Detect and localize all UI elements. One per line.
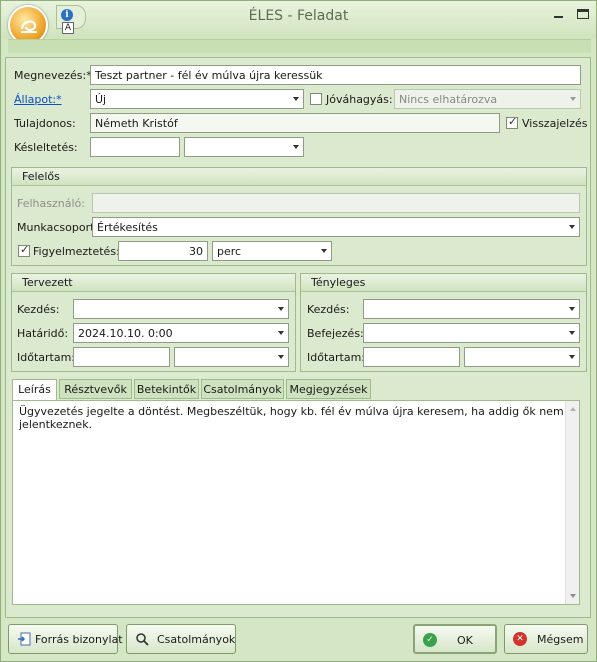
chevron-down-icon <box>293 145 299 149</box>
owner-label: Tulajdonos: <box>14 117 76 130</box>
approval-select: Nincs elhatározva <box>394 89 581 109</box>
delay-input[interactable] <box>90 137 180 157</box>
name-input[interactable]: Teszt partner - fél év múlva újra keress… <box>90 65 581 85</box>
search-icon <box>136 633 149 646</box>
workgroup-select[interactable]: Értékesítés <box>92 217 580 237</box>
chevron-down-icon <box>293 97 299 101</box>
scroll-up-icon[interactable] <box>570 407 576 411</box>
info-font-icon[interactable]: i A <box>61 9 75 35</box>
actual-duration-input[interactable] <box>363 347 460 367</box>
name-label: Megnevezés:* <box>14 69 92 82</box>
source-document-button[interactable]: Forrás bizonylat <box>8 624 123 654</box>
status-select[interactable]: Új <box>90 89 304 109</box>
app-logo-icon <box>20 20 37 33</box>
source-import-icon <box>18 632 31 646</box>
cancel-label: Mégsem <box>537 633 584 646</box>
actual-duration-label: Időtartam: <box>307 351 366 364</box>
ribbon-strip <box>8 39 591 53</box>
minimize-button[interactable] <box>553 9 565 19</box>
attachments-label: Csatolmányok <box>157 633 236 646</box>
planned-duration-unit-select[interactable] <box>174 347 289 367</box>
source-document-label: Forrás bizonylat <box>35 633 123 646</box>
chevron-down-icon <box>278 331 284 335</box>
planned-duration-input[interactable] <box>73 347 170 367</box>
chevron-down-icon <box>569 355 575 359</box>
chevron-down-icon <box>569 331 575 335</box>
status-value: Új <box>95 93 107 106</box>
alert-unit-value: perc <box>217 245 242 258</box>
chevron-down-icon <box>321 249 327 253</box>
approval-checkbox[interactable] <box>310 93 322 105</box>
owner-field: Németh Kristóf <box>90 113 500 133</box>
alert-label: Figyelmeztetés: <box>33 245 120 258</box>
alert-input[interactable]: 30 <box>118 241 208 261</box>
attachments-button[interactable]: Csatolmányok <box>126 624 236 654</box>
cancel-button[interactable]: ✕ Mégsem <box>504 624 588 654</box>
chevron-down-icon <box>570 97 576 101</box>
vertical-scrollbar[interactable] <box>565 401 579 604</box>
user-field <box>92 193 580 213</box>
workgroup-label: Munkacsoport: <box>17 221 99 234</box>
alert-checkbox[interactable] <box>18 243 30 257</box>
deadline-input[interactable]: 2024.10.10. 0:00 <box>73 323 289 343</box>
planned-header: Tervezett <box>12 274 295 292</box>
window-title: ÉLES - Feladat <box>248 8 349 24</box>
deadline-label: Határidő: <box>17 327 69 340</box>
actual-duration-unit-select[interactable] <box>464 347 580 367</box>
planned-start-label: Kezdés: <box>17 303 60 316</box>
workgroup-value: Értékesítés <box>97 221 158 234</box>
alert-unit-select[interactable]: perc <box>212 241 332 261</box>
title-bar: ÉLES - Feladat <box>1 1 596 39</box>
description-text: Ügyvezetés jegelte a döntést. Megbeszélt… <box>19 405 564 431</box>
status-link[interactable]: Állapot:* <box>14 93 62 106</box>
planned-duration-label: Időtartam: <box>17 351 76 364</box>
tab-viewers[interactable]: Betekintők <box>134 379 199 399</box>
actual-end-input[interactable] <box>363 323 580 343</box>
delay-unit-select[interactable] <box>184 137 304 157</box>
chevron-down-icon <box>569 307 575 311</box>
planned-start-input[interactable] <box>73 299 289 319</box>
actual-start-label: Kezdés: <box>307 303 350 316</box>
actual-end-label: Befejezés: <box>307 327 364 340</box>
responsible-header: Felelős <box>12 168 586 186</box>
check-icon: ✓ <box>423 633 437 647</box>
ok-button[interactable]: ✓ OK <box>413 624 497 654</box>
tab-attachments[interactable]: Csatolmányok <box>201 379 284 399</box>
feedback-label: Visszajelzés <box>522 117 588 130</box>
quick-access-toolbar: i A <box>56 5 86 34</box>
ok-label: OK <box>457 634 473 647</box>
deadline-value: 2024.10.10. 0:00 <box>78 327 173 340</box>
feedback-checkbox[interactable] <box>506 115 518 129</box>
close-icon: ✕ <box>513 632 527 646</box>
approval-value: Nincs elhatározva <box>399 93 498 106</box>
description-textarea[interactable]: Ügyvezetés jegelte a döntést. Megbeszélt… <box>12 400 580 605</box>
scroll-down-icon[interactable] <box>570 594 576 598</box>
actual-header: Tényleges <box>301 274 586 292</box>
tab-participants[interactable]: Résztvevők <box>59 379 132 399</box>
chevron-down-icon <box>278 307 284 311</box>
tab-description[interactable]: Leírás <box>12 379 57 401</box>
maximize-button[interactable] <box>577 9 589 19</box>
delay-label: Késleltetés: <box>14 141 78 154</box>
chevron-down-icon <box>569 225 575 229</box>
tab-notes[interactable]: Megjegyzések <box>286 379 371 399</box>
user-label: Felhasználó: <box>17 197 85 210</box>
approval-label: Jóváhagyás: <box>326 93 393 106</box>
chevron-down-icon <box>278 355 284 359</box>
actual-start-input[interactable] <box>363 299 580 319</box>
